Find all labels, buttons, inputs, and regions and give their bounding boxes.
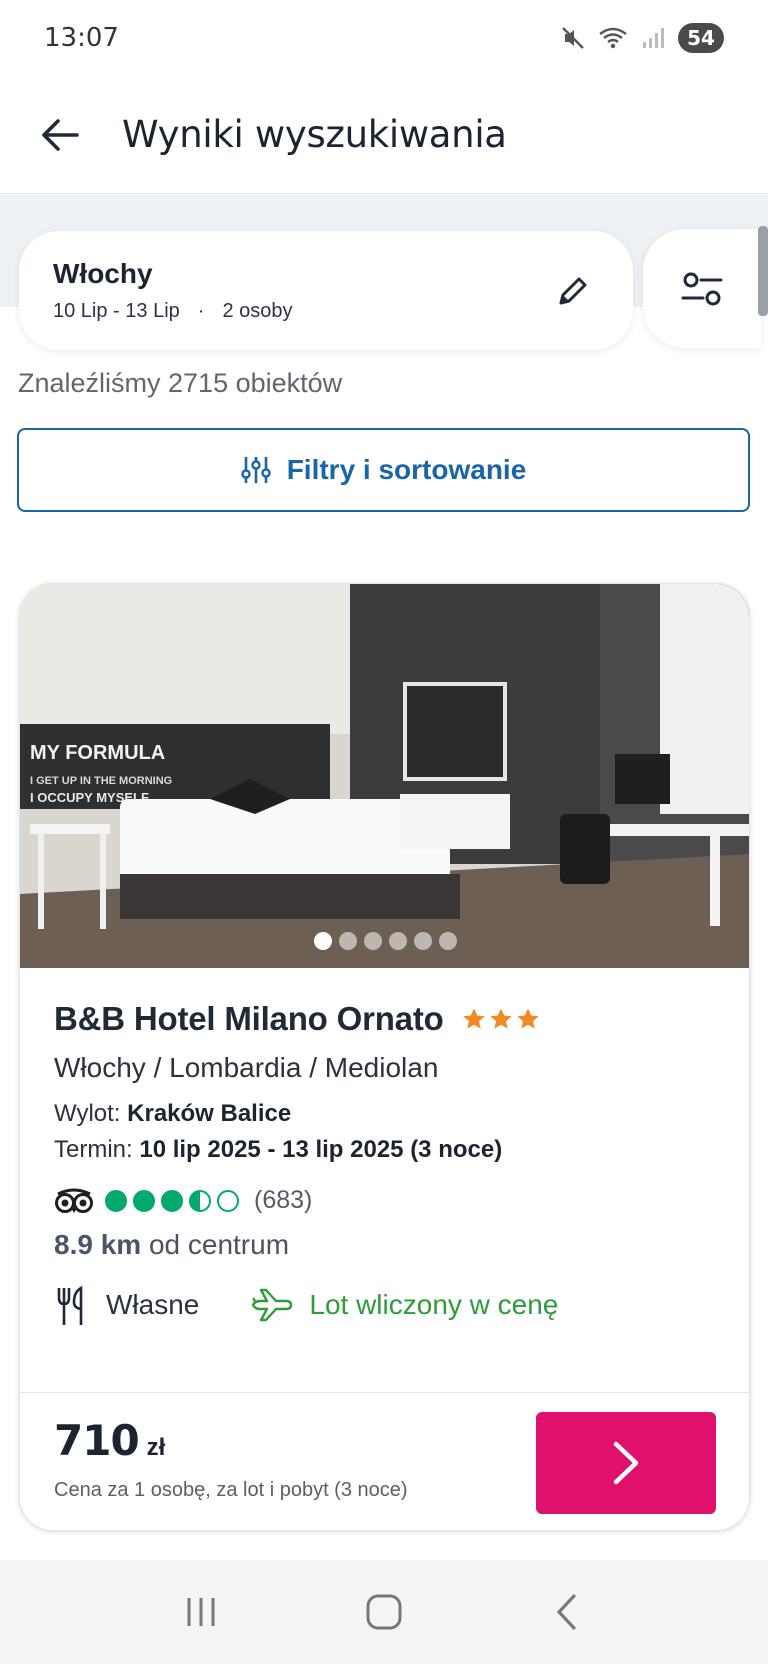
- cutlery-icon: [57, 1285, 83, 1325]
- photo-dot[interactable]: [339, 932, 357, 950]
- rating-circle: [217, 1189, 239, 1212]
- pencil-icon: [559, 277, 587, 304]
- meal-label: Własne: [106, 1289, 200, 1320]
- price-amount: 710: [54, 1416, 140, 1465]
- sliders-icon: [681, 272, 723, 305]
- photo-dot[interactable]: [414, 932, 432, 950]
- price-note: Cena za 1 osobę, za lot i pobyt (3 noce): [54, 1479, 408, 1501]
- departure-value: Kraków Balice: [127, 1100, 292, 1127]
- term-label: Termin:: [54, 1136, 133, 1163]
- nav-home-button[interactable]: [354, 1582, 414, 1642]
- distance-value: 8.9 km: [54, 1229, 142, 1260]
- photo-dot[interactable]: [389, 932, 407, 950]
- status-icons: 54: [558, 23, 724, 53]
- rating-circle: [105, 1189, 127, 1212]
- departure-label: Wylot:: [54, 1100, 121, 1127]
- rating-row: (683): [54, 1186, 719, 1215]
- arrow-left-icon: [42, 118, 79, 151]
- hotel-photo[interactable]: MY FORMULA I GET UP IN THE MORNING I OCC…: [20, 584, 749, 968]
- price: 710 zł: [54, 1416, 165, 1465]
- hotel-stars: [462, 1007, 540, 1031]
- meta-separator: ·: [197, 300, 205, 322]
- photo-dot[interactable]: [364, 932, 382, 950]
- card-divider: [20, 1392, 749, 1393]
- search-summary-card[interactable]: Włochy 10 Lip - 13 Lip · 2 osoby: [19, 231, 633, 350]
- photo-dot[interactable]: [439, 932, 457, 950]
- search-people: 2 osoby: [222, 300, 293, 322]
- price-currency: zł: [146, 1434, 166, 1461]
- star-icon: [489, 1008, 512, 1029]
- term-line: Termin: 10 lip 2025 - 13 lip 2025 (3 noc…: [54, 1136, 719, 1164]
- photo-pagination: [20, 932, 749, 950]
- distance-row: 8.9 km od centrum: [54, 1229, 719, 1261]
- svg-text:MY FORMULA: MY FORMULA: [30, 742, 165, 764]
- hotel-card[interactable]: MY FORMULA I GET UP IN THE MORNING I OCC…: [19, 583, 750, 1531]
- rating-circle: [161, 1189, 183, 1212]
- filters-sort-label: Filtry i sortowanie: [286, 454, 527, 485]
- system-nav-bar: [0, 1560, 768, 1664]
- features-row: Własne Lot wliczony w cenę: [54, 1285, 719, 1325]
- distance-label: od centrum: [148, 1229, 290, 1260]
- results-count: Znaleźliśmy 2715 obiektów: [18, 368, 343, 398]
- departure-line: Wylot: Kraków Balice: [54, 1100, 719, 1128]
- back-chevron-icon: [556, 1594, 576, 1630]
- hotel-info: B&B Hotel Milano Ornato Włochy / Lombard…: [54, 1000, 719, 1325]
- signal-icon: [638, 23, 668, 53]
- search-summary: Włochy 10 Lip - 13 Lip · 2 osoby: [53, 258, 293, 323]
- filter-sliders-icon: [240, 457, 271, 483]
- status-bar: 13:07 54: [0, 0, 768, 76]
- search-destination: Włochy: [53, 258, 153, 289]
- scrollbar-thumb[interactable]: [758, 226, 768, 316]
- wifi-icon: [598, 23, 628, 53]
- recents-icon: [187, 1598, 215, 1626]
- flight-label: Lot wliczony w cenę: [309, 1289, 559, 1320]
- go-to-offer-button[interactable]: [536, 1412, 716, 1514]
- nav-back-button[interactable]: [537, 1582, 597, 1642]
- mute-icon: [558, 23, 588, 53]
- hotel-name-row: B&B Hotel Milano Ornato: [54, 1000, 719, 1038]
- term-value: 10 lip 2025 - 13 lip 2025 (3 noce): [139, 1136, 503, 1163]
- nav-recents-button[interactable]: [171, 1582, 231, 1642]
- page-title: Wyniki wyszukiwania: [122, 113, 507, 156]
- rating-circles: [104, 1189, 240, 1213]
- search-meta: 10 Lip - 13 Lip · 2 osoby: [53, 300, 293, 323]
- edit-search-button[interactable]: [549, 267, 597, 315]
- rating-circle: [133, 1189, 155, 1212]
- plane-icon: [252, 1288, 293, 1322]
- filter-settings-button[interactable]: [643, 229, 761, 348]
- hotel-location: Włochy / Lombardia / Mediolan: [54, 1052, 439, 1083]
- hotel-name[interactable]: B&B Hotel Milano Ornato: [54, 1000, 444, 1038]
- photo-dot[interactable]: [314, 932, 332, 950]
- filters-sort-button[interactable]: Filtry i sortowanie: [17, 428, 750, 512]
- svg-text:I GET UP IN THE MORNING: I GET UP IN THE MORNING: [30, 775, 172, 787]
- app-header: Wyniki wyszukiwania: [0, 76, 768, 194]
- back-button[interactable]: [38, 113, 82, 157]
- rating-circle: [189, 1189, 211, 1212]
- flight-feature: Lot wliczony w cenę: [251, 1288, 558, 1322]
- star-icon: [462, 1008, 485, 1029]
- battery-badge: 54: [678, 23, 724, 53]
- star-icon: [516, 1008, 539, 1029]
- home-icon: [366, 1594, 402, 1630]
- chevron-right-icon: [613, 1441, 639, 1485]
- status-time: 13:07: [44, 23, 119, 53]
- tripadvisor-owl-icon: [55, 1188, 93, 1213]
- meal-feature: Własne: [54, 1285, 199, 1325]
- search-dates: 10 Lip - 13 Lip: [53, 300, 180, 322]
- review-count[interactable]: (683): [254, 1186, 312, 1215]
- hotel-room-image: MY FORMULA I GET UP IN THE MORNING I OCC…: [20, 584, 749, 968]
